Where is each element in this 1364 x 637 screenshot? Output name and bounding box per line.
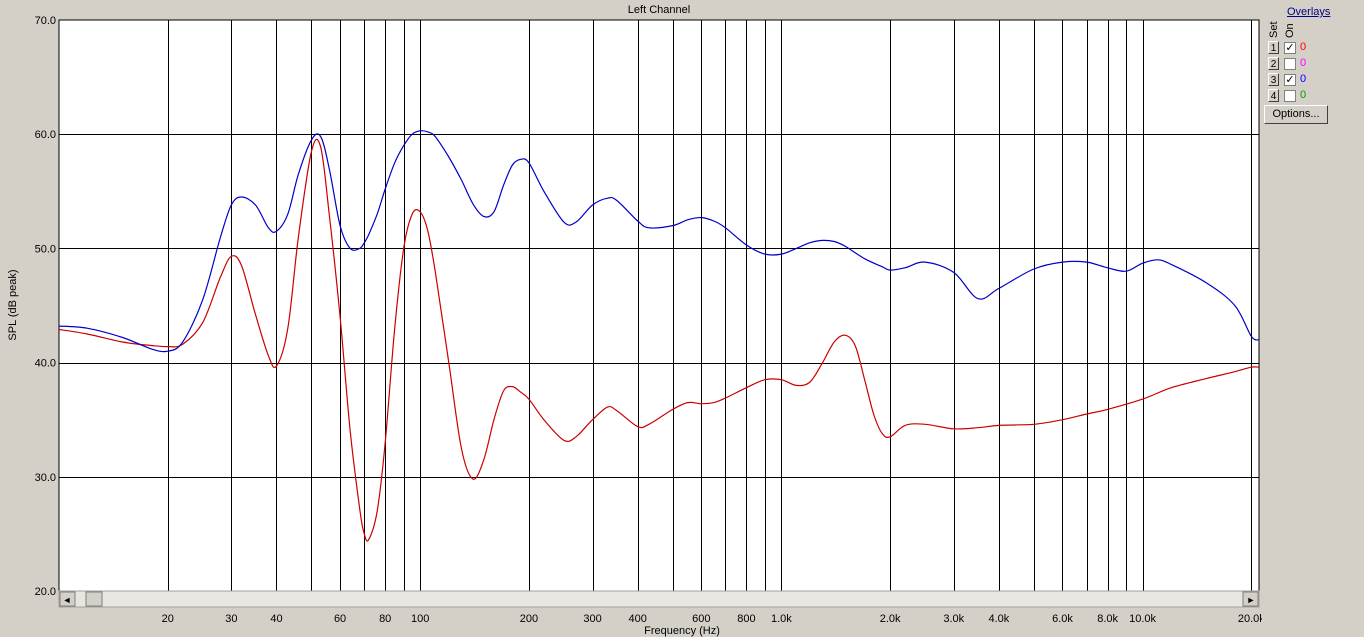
x-tick-label: 100 bbox=[411, 613, 429, 625]
overlay-set-button-2[interactable]: 2 bbox=[1268, 57, 1279, 70]
x-tick-label: 80 bbox=[379, 613, 391, 625]
overlay-on-checkbox-2[interactable] bbox=[1284, 58, 1296, 70]
x-tick-label: 2.0k bbox=[880, 613, 901, 625]
x-tick-label: 300 bbox=[583, 613, 601, 625]
chart-title: Left Channel bbox=[628, 4, 690, 16]
horizontal-scrollbar[interactable]: ◄ ► bbox=[58, 590, 1260, 608]
chart-svg: 20.030.040.050.060.070.0 20 30 40 60 80 100 20… bbox=[7, 4, 1262, 637]
x-tick-labels: 20 30 40 60 80 100 200 300 400 600 800 1.0k 2.0k 3.0k… bbox=[162, 613, 1262, 625]
overlay-on-checkbox-3[interactable]: ✓ bbox=[1284, 74, 1296, 86]
x-tick-label: 60 bbox=[334, 613, 346, 625]
x-tick-label: 3.0k bbox=[943, 613, 964, 625]
x-tick-label: 200 bbox=[520, 613, 538, 625]
y-tick-label: 20.0 bbox=[35, 586, 56, 598]
on-column-header: On bbox=[1284, 23, 1296, 38]
x-tick-label: 30 bbox=[225, 613, 237, 625]
y-tick-label: 60.0 bbox=[35, 129, 56, 141]
overlay-count-2: 0 bbox=[1300, 57, 1307, 69]
overlay-count-1: 0 bbox=[1300, 41, 1307, 53]
overlay-set-button-4[interactable]: 4 bbox=[1268, 89, 1279, 102]
y-tick-label: 70.0 bbox=[35, 15, 56, 27]
y-tick-label: 40.0 bbox=[35, 358, 56, 370]
overlay-set-button-1[interactable]: 1 bbox=[1268, 41, 1279, 54]
plot-area bbox=[58, 19, 1260, 592]
x-tick-label: 10.0k bbox=[1129, 613, 1156, 625]
x-tick-label: 20 bbox=[162, 613, 174, 625]
overlay-set-button-3[interactable]: 3 bbox=[1268, 73, 1279, 86]
overlays-title[interactable]: Overlays bbox=[1287, 6, 1330, 18]
x-tick-label: 6.0k bbox=[1052, 613, 1073, 625]
scroll-thumb[interactable] bbox=[85, 591, 103, 607]
y-tick-label: 50.0 bbox=[35, 243, 56, 255]
overlay-count-3: 0 bbox=[1300, 73, 1307, 85]
overlay-on-checkbox-1[interactable]: ✓ bbox=[1284, 42, 1296, 54]
scroll-left-arrow-icon: ◄ bbox=[63, 595, 72, 605]
overlay-count-4: 0 bbox=[1300, 89, 1307, 101]
x-tick-label: 20.0k bbox=[1238, 613, 1262, 625]
x-tick-label: 1.0k bbox=[771, 613, 792, 625]
scroll-right-arrow-icon: ► bbox=[1247, 595, 1256, 605]
y-tick-labels: 20.0 30.0 40.0 50.0 60.0 70.0 bbox=[35, 15, 56, 598]
x-tick-label: 400 bbox=[628, 613, 646, 625]
x-tick-label: 800 bbox=[737, 613, 755, 625]
x-tick-label: 40 bbox=[270, 613, 282, 625]
options-button[interactable]: Options... bbox=[1264, 105, 1328, 124]
set-column-header: Set bbox=[1268, 21, 1280, 38]
x-axis-label: Frequency (Hz) bbox=[644, 625, 720, 637]
x-tick-label: 8.0k bbox=[1097, 613, 1118, 625]
x-tick-label: 4.0k bbox=[988, 613, 1009, 625]
x-tick-label: 600 bbox=[692, 613, 710, 625]
y-tick-label: 30.0 bbox=[35, 472, 56, 484]
overlay-on-checkbox-4[interactable] bbox=[1284, 90, 1296, 102]
y-axis-label: SPL (dB peak) bbox=[7, 269, 19, 340]
